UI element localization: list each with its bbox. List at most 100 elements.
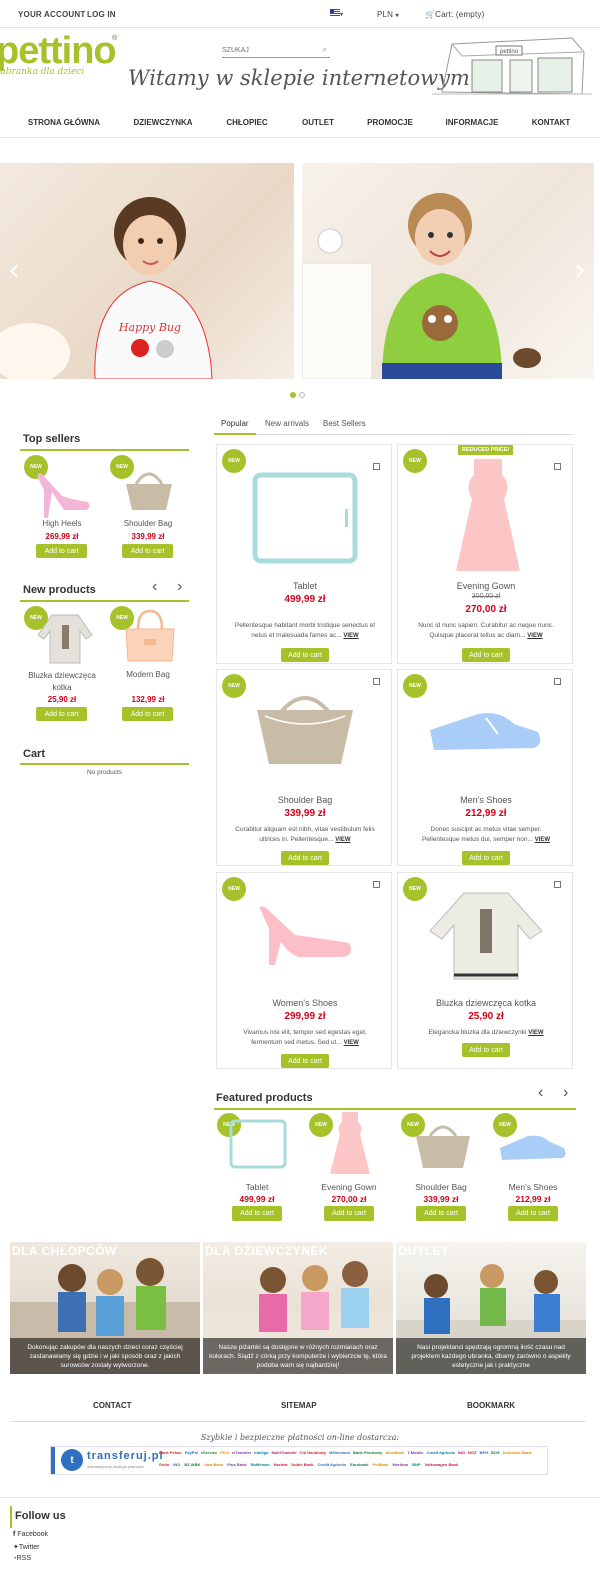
- login-link[interactable]: LOG IN: [87, 10, 116, 19]
- nav-outlet[interactable]: OUTLET: [302, 118, 334, 127]
- product-name[interactable]: Shoulder Bag: [106, 519, 190, 528]
- product-card-shoulder-bag: NEW Shoulder Bag 339,99 zł Curabitur ali…: [216, 669, 392, 866]
- product-name[interactable]: High Heels: [20, 519, 104, 528]
- view-link[interactable]: VIEW: [527, 633, 542, 639]
- add-to-cart-button[interactable]: Add to cart: [462, 648, 510, 662]
- modern-bag-image[interactable]: [122, 607, 178, 665]
- tab-new-arrivals[interactable]: New arrivals: [265, 419, 309, 428]
- search-box[interactable]: ⌕: [222, 44, 330, 58]
- add-to-cart-button[interactable]: Add to cart: [508, 1206, 558, 1221]
- bluzka-image[interactable]: [424, 887, 548, 983]
- product-name[interactable]: Evening Gown: [398, 581, 574, 591]
- add-to-cart-button[interactable]: Add to cart: [232, 1206, 282, 1221]
- category-banner-outlet[interactable]: OUTLET Nasi projektanci spędzają ogromną…: [396, 1242, 586, 1374]
- compare-checkbox[interactable]: [554, 463, 561, 470]
- footer-sitemap-link[interactable]: SITEMAP: [281, 1401, 317, 1410]
- add-to-cart-button[interactable]: Add to cart: [324, 1206, 374, 1221]
- add-to-cart-button[interactable]: Add to cart: [416, 1206, 466, 1221]
- slider-prev-arrow[interactable]: ‹: [8, 253, 20, 288]
- bank-logo: Volkswagen Bank: [424, 1462, 459, 1467]
- category-banner-girls[interactable]: DLA DZIEWCZYNEK Nasze piżamki są dostępn…: [203, 1242, 393, 1374]
- nav-chlopiec[interactable]: CHŁOPIEC: [226, 118, 267, 127]
- mens-shoes-image[interactable]: [498, 1130, 568, 1166]
- language-selector[interactable]: ▾: [330, 9, 343, 18]
- footer-contact-link[interactable]: CONTACT: [93, 1401, 132, 1410]
- add-to-cart-button[interactable]: Add to cart: [122, 544, 173, 558]
- compare-checkbox[interactable]: [554, 881, 561, 888]
- twitter-link[interactable]: ✦Twitter: [13, 1543, 40, 1551]
- shoulder-bag-image[interactable]: [253, 692, 357, 766]
- product-name[interactable]: Men's Shoes: [490, 1182, 576, 1192]
- view-link[interactable]: VIEW: [528, 1030, 543, 1036]
- compare-checkbox[interactable]: [373, 881, 380, 888]
- mens-shoes-image[interactable]: [426, 704, 546, 758]
- cart-link[interactable]: 🛒Cart: (empty): [425, 10, 484, 19]
- slider-dot-1[interactable]: [290, 392, 296, 398]
- nav-promocje[interactable]: PROMOCJE: [367, 118, 413, 127]
- tab-popular[interactable]: Popular: [221, 419, 249, 428]
- payment-providers-strip[interactable]: t transferuj.pl automatyczny obsługa pła…: [50, 1446, 548, 1475]
- view-link[interactable]: VIEW: [335, 837, 350, 843]
- add-to-cart-button[interactable]: Add to cart: [36, 544, 87, 558]
- product-name[interactable]: Men's Shoes: [398, 795, 574, 805]
- nav-kontakt[interactable]: KONTAKT: [532, 118, 571, 127]
- womens-shoes-image[interactable]: [255, 903, 357, 967]
- bank-logo: Noble Bank: [291, 1462, 314, 1467]
- add-to-cart-button[interactable]: Add to cart: [122, 707, 173, 721]
- featured-next-arrow[interactable]: ›: [563, 1084, 568, 1102]
- add-to-cart-button[interactable]: Add to cart: [281, 851, 329, 865]
- product-card-mens-shoes: NEW Men's Shoes 212,99 zł Donec suscipit…: [397, 669, 573, 866]
- add-to-cart-button[interactable]: Add to cart: [462, 851, 510, 865]
- compare-checkbox[interactable]: [554, 678, 561, 685]
- nav-dziewczynka[interactable]: DZIEWCZYNKA: [133, 118, 192, 127]
- product-name[interactable]: Tablet: [217, 581, 393, 591]
- footer-divider: [10, 1421, 586, 1422]
- tablet-image[interactable]: [228, 1118, 288, 1172]
- product-name[interactable]: Shoulder Bag: [217, 795, 393, 805]
- nav-strona-glowna[interactable]: STRONA GŁÓWNA: [28, 118, 100, 127]
- facebook-link[interactable]: f Facebook: [13, 1531, 48, 1538]
- product-name[interactable]: Evening Gown: [306, 1182, 392, 1192]
- product-name[interactable]: Tablet: [214, 1182, 300, 1192]
- search-input[interactable]: [222, 44, 312, 56]
- add-to-cart-button[interactable]: Add to cart: [462, 1043, 510, 1057]
- shoulder-bag-image[interactable]: [122, 466, 176, 516]
- slider-dot-2[interactable]: [299, 392, 305, 398]
- compare-checkbox[interactable]: [373, 463, 380, 470]
- new-products-prev-arrow[interactable]: ‹: [152, 578, 157, 596]
- tab-best-sellers[interactable]: Best Sellers: [323, 419, 366, 428]
- evening-gown-image[interactable]: [328, 1110, 372, 1176]
- high-heels-image[interactable]: [34, 470, 94, 520]
- currency-selector[interactable]: PLN ▾: [377, 10, 399, 19]
- slide-boy[interactable]: [302, 163, 594, 379]
- view-link[interactable]: VIEW: [344, 1040, 359, 1046]
- footer-bookmark-link[interactable]: BOOKMARK: [467, 1401, 515, 1410]
- tablet-image[interactable]: [251, 471, 359, 567]
- add-to-cart-button[interactable]: Add to cart: [36, 707, 87, 721]
- your-account-link[interactable]: YOUR ACCOUNT: [18, 10, 85, 19]
- view-link[interactable]: VIEW: [343, 633, 358, 639]
- featured-prev-arrow[interactable]: ‹: [538, 1084, 543, 1102]
- logo[interactable]: pettino ubranka dla dzieci: [0, 30, 117, 77]
- rss-link[interactable]: ◔RSS: [13, 1555, 31, 1562]
- product-name[interactable]: Bluzka dziewczęca kotka: [20, 670, 104, 694]
- slider-next-arrow[interactable]: ›: [574, 253, 586, 288]
- view-link[interactable]: VIEW: [535, 837, 550, 843]
- bank-logo: Meritum: [392, 1462, 409, 1467]
- top-seller-item-1: NEW High Heels 269,99 zł Add to cart: [20, 452, 104, 562]
- add-to-cart-button[interactable]: Add to cart: [281, 1054, 329, 1068]
- search-icon[interactable]: ⌕: [323, 45, 327, 55]
- slide-girl[interactable]: Happy Bug: [0, 163, 294, 379]
- product-name[interactable]: Bluzka dziewczęca kotka: [398, 998, 574, 1008]
- compare-checkbox[interactable]: [373, 678, 380, 685]
- category-banner-boys[interactable]: DLA CHŁOPCÓW Dokonując zakupów dla naszy…: [10, 1242, 200, 1374]
- product-name[interactable]: Women's Shoes: [217, 998, 393, 1008]
- new-products-next-arrow[interactable]: ›: [177, 578, 182, 596]
- nav-informacje[interactable]: INFORMACJE: [446, 118, 499, 127]
- add-to-cart-button[interactable]: Add to cart: [281, 648, 329, 662]
- product-name[interactable]: Modern Bag: [106, 670, 190, 679]
- evening-gown-image[interactable]: [450, 455, 526, 575]
- shoulder-bag-image[interactable]: [412, 1122, 474, 1172]
- product-name[interactable]: Shoulder Bag: [398, 1182, 484, 1192]
- bluzka-image[interactable]: [34, 609, 96, 665]
